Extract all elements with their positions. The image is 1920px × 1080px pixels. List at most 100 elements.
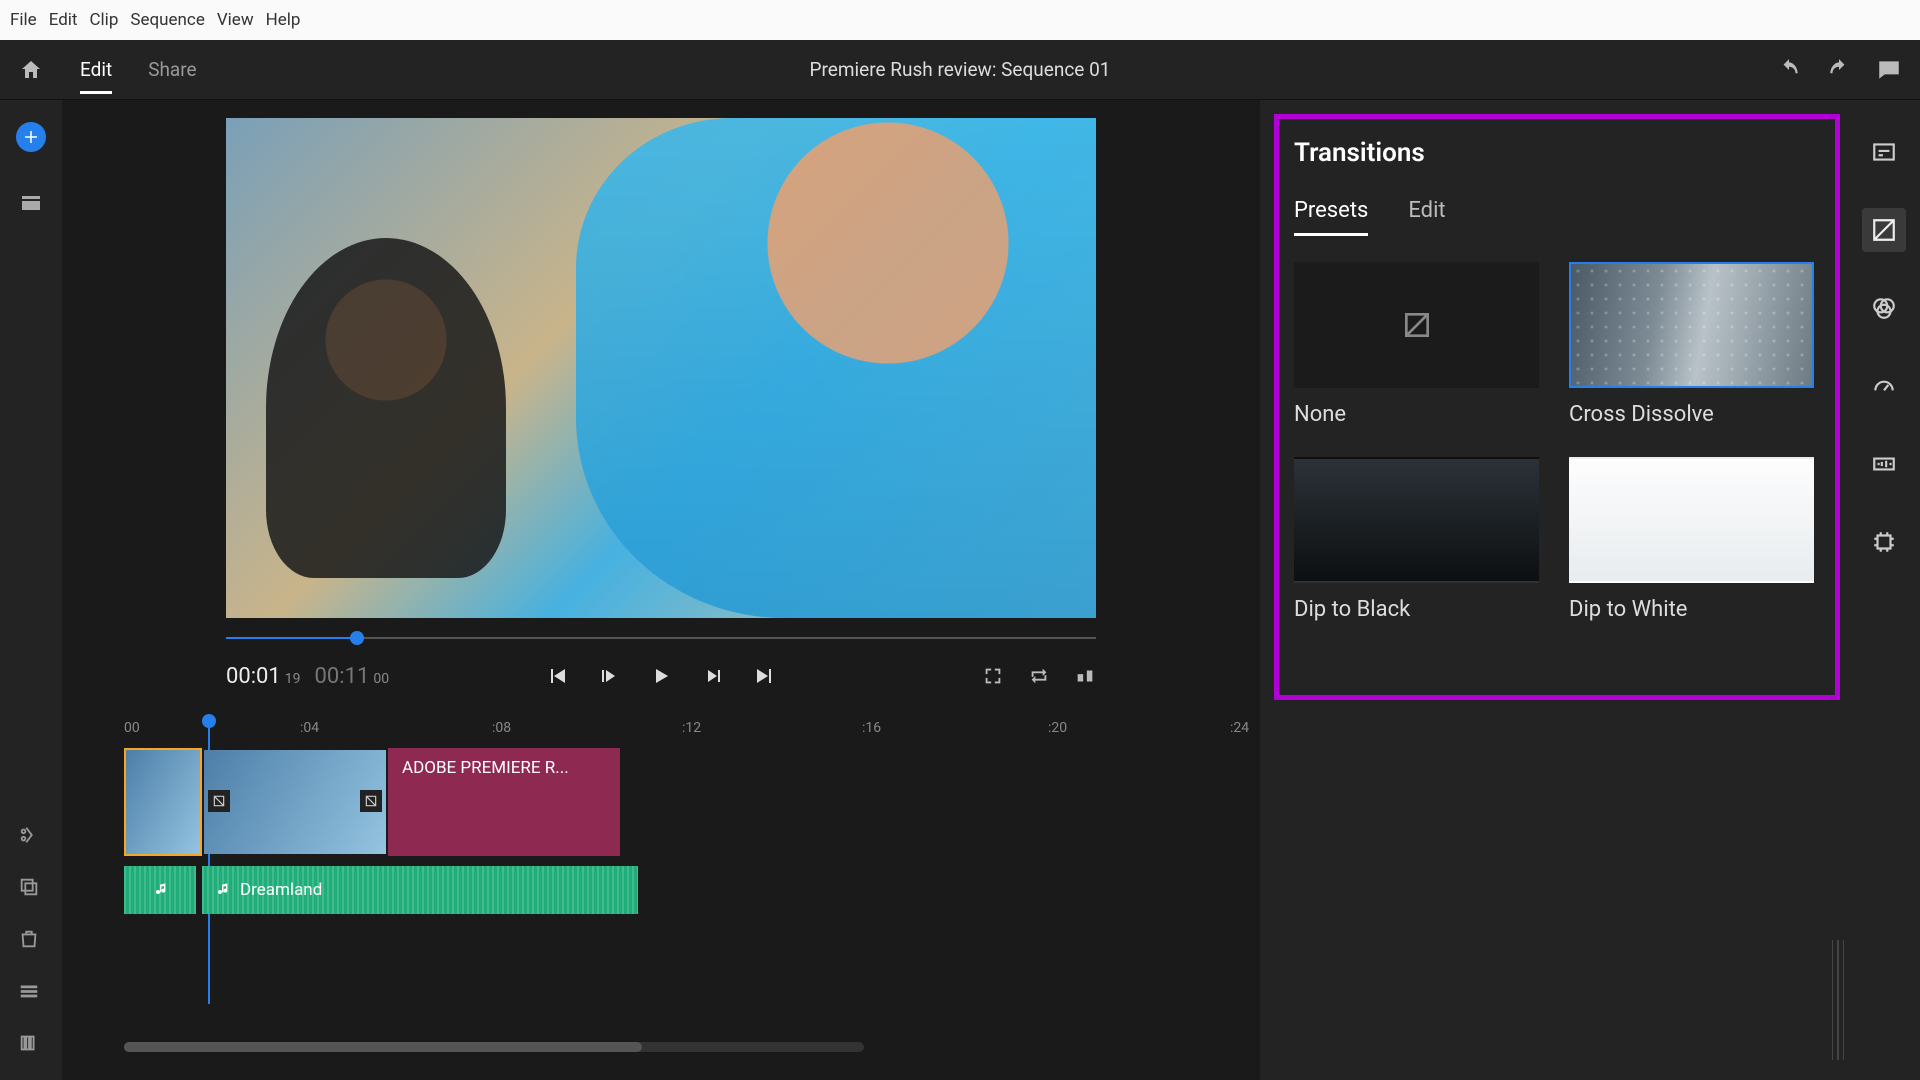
video-clip[interactable] [202,748,388,856]
transitions-icon [1871,217,1897,243]
speed-tool[interactable] [1862,364,1906,408]
note-icon [214,882,230,898]
transition-in-badge[interactable] [208,790,230,812]
tab-edit[interactable]: Edit [62,40,130,99]
speed-icon [1871,373,1897,399]
timecode: 00:01 19 00:11 00 [226,664,389,689]
transform-tool[interactable] [1862,520,1906,564]
duplicate-icon[interactable] [18,876,40,898]
document-title: Premiere Rush review: Sequence 01 [810,58,1111,81]
preset-thumb [1294,262,1539,388]
scissors-icon[interactable] [18,824,40,846]
ruler-tick: :12 [682,720,701,736]
title-clip-label: ADOBE PREMIERE R... [402,758,569,778]
ruler-tick: 00 [124,720,140,736]
next-clip-button[interactable] [753,664,777,688]
preset-cross-dissolve[interactable]: Cross Dissolve [1569,262,1814,427]
scrubber-progress [226,637,357,639]
timeline-tools [4,824,54,1054]
timeline-ruler[interactable]: 00 :04 :08 :12 :16 :20 :24 [62,714,1260,744]
audio-clip[interactable]: Dreamland [202,866,638,914]
step-back-button[interactable] [597,664,621,688]
tab-edit-label: Edit [80,58,112,81]
transitions-panel: Transitions Presets Edit None Cross Diss… [1260,100,1848,1080]
titles-tool[interactable] [1862,130,1906,174]
menu-sequence[interactable]: Sequence [124,10,210,30]
app-header: Edit Share Premiere Rush review: Sequenc… [0,40,1920,100]
menu-view[interactable]: View [211,10,260,30]
menu-edit[interactable]: Edit [43,10,84,30]
loop-button[interactable] [1028,665,1050,687]
transport-bar: 00:01 19 00:11 00 [226,656,1096,696]
preview-scrubber[interactable] [226,630,1096,646]
timecode-current-frames: 19 [285,671,301,687]
title-clip[interactable]: ADOBE PREMIERE R... [388,748,620,856]
timecode-current: 00:01 [226,664,281,689]
snap-button[interactable] [1074,665,1096,687]
video-preview[interactable] [226,118,1096,618]
panel-tab-presets[interactable]: Presets [1294,198,1368,236]
note-icon [152,882,168,898]
ruler-tick: :20 [1048,720,1067,736]
fullscreen-button[interactable] [982,665,1004,687]
redo-icon[interactable] [1826,57,1852,83]
tab-share[interactable]: Share [130,40,214,99]
ruler-tick: :08 [492,720,511,736]
hscroll-thumb[interactable] [124,1042,642,1052]
add-media-button[interactable] [14,120,48,154]
menu-clip[interactable]: Clip [83,10,124,30]
transitions-tool[interactable] [1862,208,1906,252]
audio-clip[interactable] [124,866,196,914]
home-icon [19,58,43,82]
panel-tab-edit-label: Edit [1408,198,1445,223]
tracks-icon[interactable] [18,980,40,1002]
playhead[interactable] [202,714,216,728]
trash-icon[interactable] [18,928,40,950]
preset-label: Cross Dissolve [1569,402,1814,427]
panel-title: Transitions [1294,138,1814,168]
home-button[interactable] [0,58,62,82]
preset-label: Dip to Black [1294,597,1539,622]
panel-tab-edit[interactable]: Edit [1408,198,1445,236]
menu-file[interactable]: File [4,10,43,30]
os-menubar: File Edit Clip Sequence View Help [0,0,1920,40]
play-button[interactable] [649,664,673,688]
clip-thumb [204,750,386,854]
preset-thumb [1569,457,1814,583]
tab-share-label: Share [148,58,196,81]
scrubber-knob[interactable] [350,631,364,645]
video-clip[interactable] [124,748,202,856]
preset-dip-to-black[interactable]: Dip to Black [1294,457,1539,622]
transform-icon [1871,529,1897,555]
audio-tool[interactable] [1862,442,1906,486]
transition-out-badge[interactable] [360,790,382,812]
preset-dip-to-white[interactable]: Dip to White [1569,457,1814,622]
menu-help[interactable]: Help [260,10,307,30]
prev-clip-button[interactable] [545,664,569,688]
panel-tab-presets-label: Presets [1294,198,1368,223]
panel-vscroll[interactable] [1832,940,1844,1060]
step-fwd-button[interactable] [701,664,725,688]
preset-label: Dip to White [1569,597,1814,622]
track-height-icon[interactable] [18,1032,40,1054]
timecode-duration-frames: 00 [373,671,389,687]
preset-none[interactable]: None [1294,262,1539,427]
ruler-tick: :04 [300,720,319,736]
color-icon [1871,295,1897,321]
project-panel-button[interactable] [14,186,48,220]
comments-icon[interactable] [1876,57,1902,83]
timecode-duration: 00:11 [315,664,370,689]
preset-thumb [1569,262,1814,388]
right-toolrail [1848,100,1920,1080]
undo-icon[interactable] [1776,57,1802,83]
timeline[interactable]: ADOBE PREMIERE R... Dreamland [62,744,1260,1080]
ruler-tick: :16 [862,720,881,736]
color-tool[interactable] [1862,286,1906,330]
preset-thumb [1294,457,1539,583]
timeline-hscroll[interactable] [124,1042,864,1052]
audio-clip-label: Dreamland [240,880,322,900]
project-icon [19,191,43,215]
titles-icon [1871,139,1897,165]
no-transition-icon [1401,309,1433,341]
ruler-tick: :24 [1230,720,1249,736]
